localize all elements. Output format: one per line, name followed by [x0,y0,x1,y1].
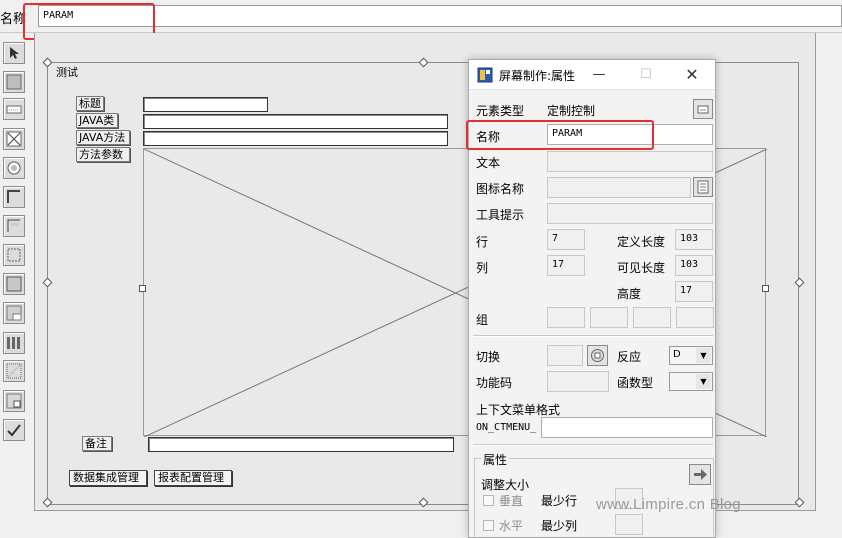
text-prop-field[interactable] [547,151,713,172]
table-tool-icon[interactable] [3,332,25,354]
maximize-icon[interactable]: ☐ [635,65,657,85]
frame-tool-icon[interactable] [3,186,25,208]
group-field-2[interactable] [590,307,628,328]
icon-name-field[interactable] [547,177,691,198]
field-label-java-class: JAVA类 [76,113,118,128]
defined-length-field[interactable]: 103 [675,229,713,250]
function-type-select[interactable]: ▼ [669,372,713,391]
visible-length-label: 可见长度 [617,261,666,275]
element-type-label: 元素类型 [476,104,525,118]
group-label: 组 [476,313,489,327]
selection-handle[interactable] [762,285,769,292]
divider [473,444,713,446]
icon-name-label: 图标名称 [476,182,525,196]
field-label-title: 标题 [76,96,104,111]
dotted-box-tool-icon[interactable] [3,360,25,382]
label-tool-icon[interactable] [3,98,25,120]
chevron-down-icon[interactable]: ▼ [696,374,711,389]
row-field[interactable]: 7 [547,229,585,250]
horizontal-checkbox[interactable] [483,520,494,531]
field-input-remark[interactable] [148,437,454,452]
function-type-label: 函数型 [617,376,654,390]
grid-tool-icon[interactable] [3,244,25,266]
group-field-3[interactable] [633,307,671,328]
element-type-button[interactable] [693,99,713,119]
report-config-button[interactable]: 报表配置管理 [154,470,232,486]
switch-label: 切换 [476,350,501,364]
field-label-remark: 备注 [82,436,112,451]
pointer-tool-icon[interactable] [3,42,25,64]
height-label: 高度 [617,287,642,301]
context-menu-field[interactable] [541,417,713,438]
cross-box-tool-icon[interactable] [3,128,25,150]
icon-picker-icon[interactable] [693,177,713,197]
field-label-java-method: JAVA方法 [76,130,130,145]
response-select[interactable]: D ▼ [669,346,713,365]
properties-dialog: 屏幕制作:属性 — ☐ ✕ 元素类型 定制控制 名称 PARAM 文本 图标名称… [468,59,716,538]
element-type-value: 定制控制 [547,104,596,118]
horizontal-label: 水平 [499,519,524,533]
switch-picker-icon[interactable] [587,345,608,366]
name-prop-field[interactable]: PARAM [547,124,713,145]
response-label: 反应 [617,350,642,364]
name-prop-label: 名称 [476,130,501,144]
chevron-down-icon[interactable]: ▼ [696,348,711,363]
subbox-tool-icon[interactable] [3,302,25,324]
group-field-1[interactable] [547,307,585,328]
data-integration-button[interactable]: 数据集成管理 [69,470,147,486]
name-input[interactable]: PARAM [38,5,842,27]
minimize-icon[interactable]: — [588,65,610,85]
selection-handle[interactable] [139,285,146,292]
app-icon [477,67,493,83]
tool-palette [0,38,30,448]
check-tool-icon[interactable] [3,419,25,441]
vertical-checkbox[interactable] [483,495,494,506]
box-tool-icon[interactable] [3,273,25,295]
group-frame-title: 测试 [54,64,80,80]
field-label-method-params: 方法参数 [76,147,130,162]
defined-length-label: 定义长度 [617,235,666,249]
close-icon[interactable]: ✕ [681,65,703,85]
custom-control-tool-icon[interactable] [3,390,25,412]
group-field-4[interactable] [676,307,714,328]
tooltip-field[interactable] [547,203,713,224]
field-input-title[interactable] [143,97,268,112]
column-field[interactable]: 17 [547,255,585,276]
right-scroll-strip [816,33,842,538]
context-menu-label: 上下文菜单格式 [476,403,561,417]
min-cols-field[interactable] [615,514,643,535]
solid-box-tool-icon[interactable] [3,71,25,93]
radio-tool-icon[interactable] [3,157,25,179]
top-name-bar: 名称 PARAM [0,0,842,33]
min-cols-label: 最少列 [541,519,578,533]
visible-length-field[interactable]: 103 [675,255,713,276]
tabframe-tool-icon[interactable] [3,215,25,237]
vertical-label: 垂直 [499,494,524,508]
field-input-java-class[interactable] [143,114,448,129]
divider [473,335,713,337]
switch-field[interactable] [547,345,583,366]
function-code-label: 功能码 [476,376,513,390]
name-label: 名称 [0,12,27,27]
context-menu-prefix: ON_CTMENU_ [476,422,537,433]
arrow-right-icon[interactable] [689,464,711,485]
resize-label: 调整大小 [481,478,530,492]
function-code-field[interactable] [547,371,609,392]
watermark: www.Limpire.cn Blog [596,496,741,513]
tooltip-label: 工具提示 [476,208,525,222]
attributes-group-label: 属性 [481,451,510,468]
min-rows-label: 最少行 [541,494,578,508]
response-value: D [673,349,681,360]
row-label: 行 [476,235,489,249]
field-input-java-method[interactable] [143,131,448,146]
text-prop-label: 文本 [476,156,501,170]
dialog-title: 屏幕制作:属性 [499,69,576,83]
dialog-title-bar[interactable]: 屏幕制作:属性 — ☐ ✕ [469,60,715,90]
height-field[interactable]: 17 [675,281,713,302]
column-label: 列 [476,261,489,275]
